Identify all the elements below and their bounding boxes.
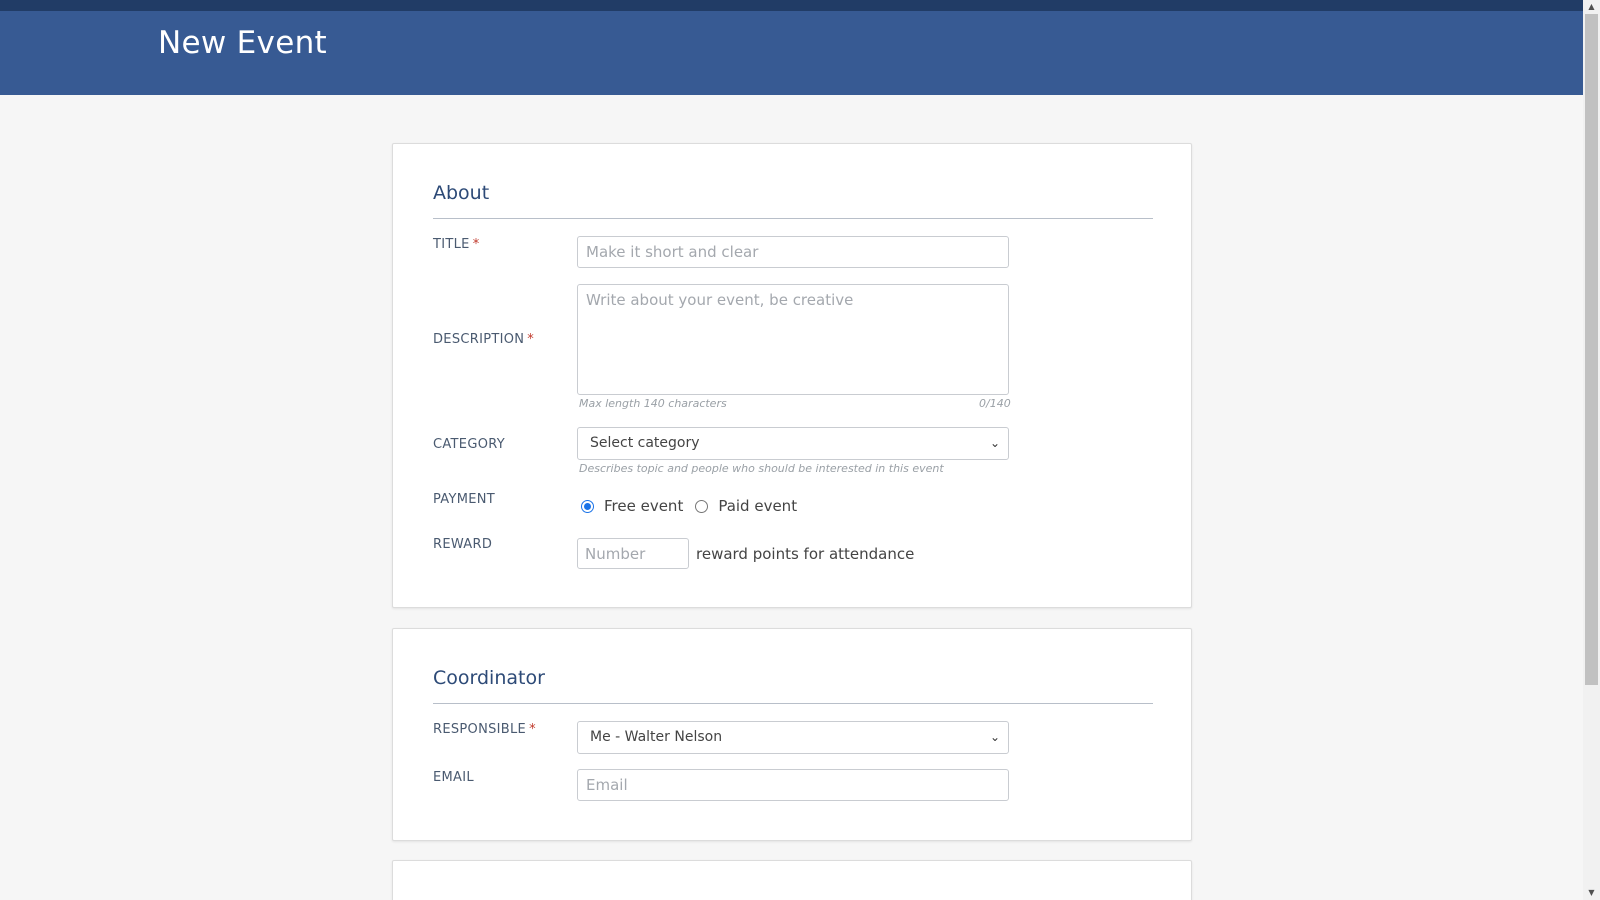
category-selected-value: Select category <box>590 435 700 451</box>
arrow-up-icon[interactable]: ▲ <box>1583 0 1600 14</box>
payment-label: PAYMENT <box>433 492 496 507</box>
responsible-select[interactable]: Me - Walter Nelson ⌄ <box>577 721 1009 754</box>
next-section-card <box>392 860 1192 900</box>
category-select[interactable]: Select category ⌄ <box>577 427 1009 460</box>
description-counter: 0/140 <box>979 397 1011 410</box>
reward-label: REWARD <box>433 537 493 552</box>
description-textarea[interactable] <box>577 284 1009 395</box>
email-input[interactable] <box>577 769 1009 801</box>
description-label-text: DESCRIPTION <box>433 332 525 347</box>
about-card: About TITLE* DESCRIPTION* Max length 140… <box>392 143 1192 608</box>
page-title: New Event <box>158 25 327 61</box>
email-label: EMAIL <box>433 770 474 785</box>
reward-suffix-text: reward points for attendance <box>696 545 915 563</box>
paid-event-label[interactable]: Paid event <box>718 497 797 515</box>
description-label: DESCRIPTION * <box>433 332 534 347</box>
category-label: CATEGORY <box>433 437 505 452</box>
description-hint: Max length 140 characters <box>579 397 727 410</box>
required-mark: * <box>529 722 536 737</box>
coordinator-section-title: Coordinator <box>433 667 545 689</box>
about-divider <box>433 218 1153 219</box>
coordinator-card: Coordinator RESPONSIBLE * Me - Walter Nel… <box>392 628 1192 841</box>
category-hint: Describes topic and people who should be… <box>579 462 944 475</box>
free-event-radio[interactable] <box>581 499 594 513</box>
chevron-down-icon: ⌄ <box>989 436 1000 450</box>
title-input[interactable] <box>577 236 1009 268</box>
title-label: TITLE * <box>433 237 480 252</box>
responsible-selected-value: Me - Walter Nelson <box>590 729 723 745</box>
free-event-label[interactable]: Free event <box>604 497 683 515</box>
responsible-label-text: RESPONSIBLE <box>433 722 527 737</box>
title-label-text: TITLE <box>433 237 470 252</box>
paid-event-radio[interactable] <box>695 499 709 513</box>
arrow-down-icon[interactable]: ▼ <box>1583 886 1600 900</box>
required-mark: * <box>527 332 535 347</box>
required-mark: * <box>472 237 480 252</box>
coordinator-divider <box>433 703 1153 704</box>
reward-points-input[interactable] <box>577 538 689 569</box>
vertical-scrollbar[interactable]: ▲ ▼ <box>1583 0 1600 900</box>
top-strip <box>0 0 1583 11</box>
about-section-title: About <box>433 182 490 204</box>
page-header: New Event <box>0 11 1583 95</box>
responsible-label: RESPONSIBLE * <box>433 722 536 737</box>
chevron-down-icon: ⌄ <box>989 730 1000 744</box>
payment-options: Free event Paid event <box>581 497 809 515</box>
scrollbar-thumb[interactable] <box>1585 14 1598 685</box>
